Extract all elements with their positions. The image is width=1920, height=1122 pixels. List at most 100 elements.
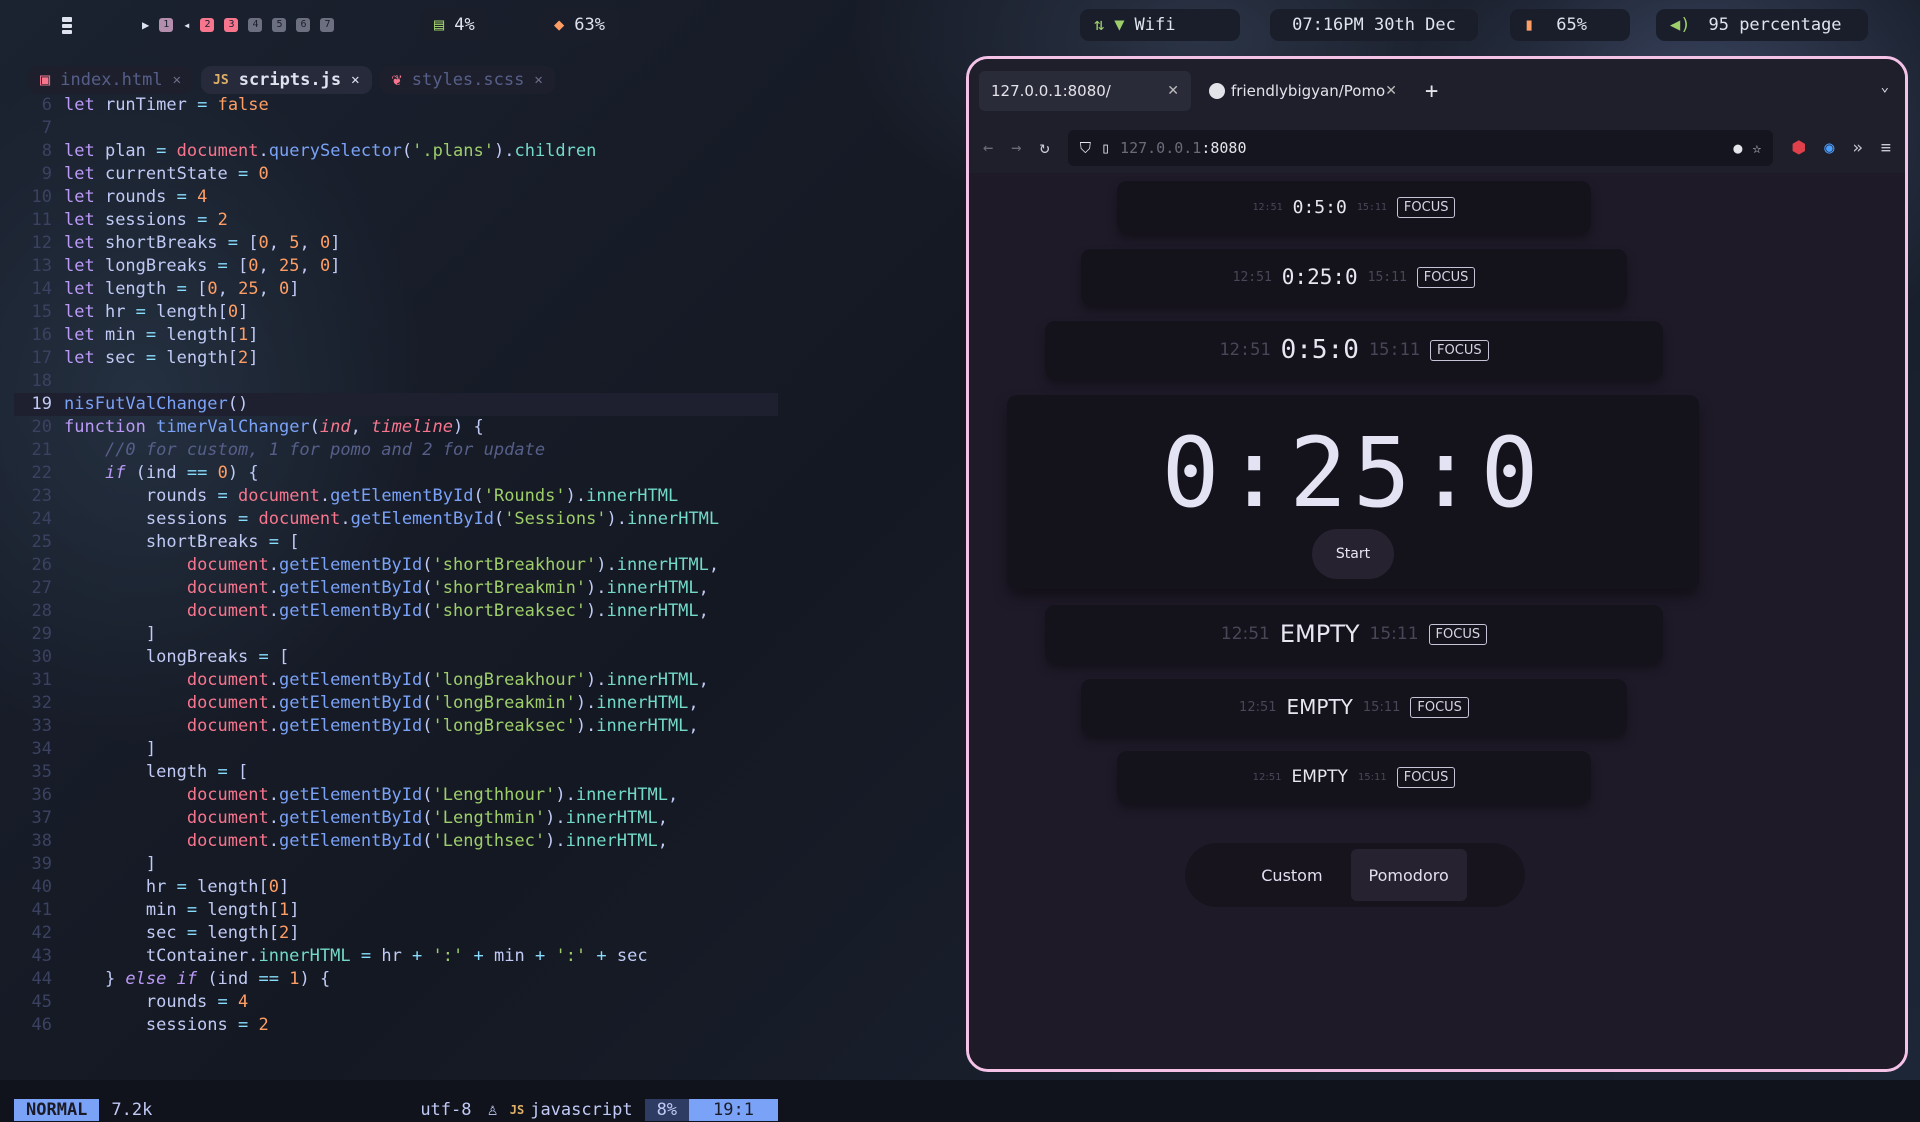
tab-label: scripts.js — [238, 70, 342, 90]
launcher-icon[interactable] — [60, 9, 76, 41]
url-bar[interactable]: ⛉ ▯ 127.0.0.1:8080 ● ☆ — [1067, 130, 1774, 166]
menu-icon[interactable]: ≡ — [1881, 138, 1891, 158]
workspace-7[interactable]: 7 — [320, 18, 335, 32]
code-line[interactable]: 18 — [14, 370, 778, 393]
custom-button[interactable]: Custom — [1243, 849, 1340, 901]
forward-icon[interactable]: → — [1011, 138, 1021, 158]
back-icon[interactable]: ← — [983, 138, 993, 158]
code-line[interactable]: 12 let shortBreaks = [0, 5, 0] — [14, 232, 778, 255]
extension-icon[interactable]: ◉ — [1824, 138, 1834, 158]
code-line[interactable]: 26 document.getElementById('shortBreakho… — [14, 554, 778, 577]
line-text: let currentState = 0 — [64, 164, 269, 184]
code-line[interactable]: 37 document.getElementById('Lengthmin').… — [14, 807, 778, 830]
code-line[interactable]: 35 length = [ — [14, 761, 778, 784]
browser-tab-localhost[interactable]: 127.0.0.1:8080/ ✕ — [979, 71, 1191, 111]
code-line[interactable]: 6 let runTimer = false — [14, 94, 778, 117]
code-line[interactable]: 16 let min = length[1] — [14, 324, 778, 347]
code-line[interactable]: 27 document.getElementById('shortBreakmi… — [14, 577, 778, 600]
line-number: 29 — [31, 624, 52, 644]
code-line[interactable]: 24 sessions = document.getElementById('S… — [14, 508, 778, 531]
record-icon[interactable]: ● — [1733, 139, 1742, 157]
code-line[interactable]: 43 tContainer.innerHTML = hr + ':' + min… — [14, 945, 778, 968]
focus-badge: FOCUS — [1428, 623, 1488, 645]
code-line[interactable]: 17 let sec = length[2] — [14, 347, 778, 370]
code-line[interactable]: 7 — [14, 117, 778, 140]
cpu-widget: ▤ 4% — [420, 9, 489, 41]
play-icon[interactable]: ▶ — [142, 18, 149, 32]
tab-scripts-js[interactable]: JS scripts.js ✕ — [201, 66, 372, 94]
close-icon[interactable]: ✕ — [1167, 83, 1179, 99]
code-line[interactable]: 38 document.getElementById('Lengthsec').… — [14, 830, 778, 853]
line-number: 13 — [31, 256, 52, 276]
code-line[interactable]: 41 min = length[1] — [14, 899, 778, 922]
browser-tab-github[interactable]: friendlybigyan/Pomo ✕ — [1197, 71, 1409, 111]
plan-card[interactable]: 12:51 EMPTY 15:11 FOCUS — [1117, 751, 1591, 803]
code-line[interactable]: 39 ] — [14, 853, 778, 876]
code-line[interactable]: 11 let sessions = 2 — [14, 209, 778, 232]
code-line[interactable]: 40 hr = length[0] — [14, 876, 778, 899]
line-number: 28 — [31, 601, 52, 621]
workspace-6[interactable]: 6 — [296, 18, 311, 32]
workspace-2[interactable]: 2 — [200, 18, 215, 32]
workspace-3[interactable]: 3 — [224, 18, 239, 32]
network-widget[interactable]: ⇅ ▼ Wifi — [1080, 9, 1240, 41]
sass-icon: ❦ — [391, 70, 402, 90]
code-line[interactable]: 22 if (ind == 0) { — [14, 462, 778, 485]
volume-widget[interactable]: ◀) 95 percentage — [1656, 9, 1868, 41]
new-tab-icon[interactable]: + — [1425, 79, 1438, 104]
line-number: 27 — [31, 578, 52, 598]
code-line[interactable]: 46 sessions = 2 — [14, 1014, 778, 1037]
cpu-icon: ▤ — [434, 15, 445, 35]
code-line[interactable]: 19 nisFutValChanger() — [14, 393, 778, 416]
plan-card[interactable]: 12:51 0:5:0 15:11 FOCUS — [1117, 181, 1591, 233]
code-line[interactable]: 8 let plan = document.querySelector('.pla… — [14, 140, 778, 163]
code-line[interactable]: 10 let rounds = 4 — [14, 186, 778, 209]
pomodoro-button[interactable]: Pomodoro — [1350, 849, 1467, 901]
code-editor: ▣ index.html ✕ JS scripts.js ✕ ❦ styles.… — [14, 62, 778, 1121]
close-icon[interactable]: ✕ — [351, 72, 359, 88]
code-line[interactable]: 32 document.getElementById('longBreakmin… — [14, 692, 778, 715]
code-line[interactable]: 20 function timerValChanger(ind, timeline… — [14, 416, 778, 439]
plan-card[interactable]: 12:51 0:5:0 15:11 FOCUS — [1045, 321, 1663, 379]
workspace-1[interactable]: 1 — [159, 18, 174, 32]
code-area[interactable]: 6 let runTimer = false 7 8 let plan = docume… — [14, 94, 778, 1037]
code-line[interactable]: 29 ] — [14, 623, 778, 646]
code-line[interactable]: 15 let hr = length[0] — [14, 301, 778, 324]
code-line[interactable]: 14 let length = [0, 25, 0] — [14, 278, 778, 301]
reload-icon[interactable]: ↻ — [1040, 138, 1050, 158]
code-line[interactable]: 45 rounds = 4 — [14, 991, 778, 1014]
line-number: 8 — [41, 141, 52, 161]
code-line[interactable]: 33 document.getElementById('longBreaksec… — [14, 715, 778, 738]
close-icon[interactable]: ✕ — [1385, 83, 1397, 99]
code-line[interactable]: 9 let currentState = 0 — [14, 163, 778, 186]
plan-card[interactable]: 12:51 EMPTY 15:11 FOCUS — [1045, 605, 1663, 663]
plan-card[interactable]: 12:51 0:25:0 15:11 FOCUS — [1081, 249, 1627, 305]
code-line[interactable]: 21 //0 for custom, 1 for pomo and 2 for … — [14, 439, 778, 462]
code-line[interactable]: 13 let longBreaks = [0, 25, 0] — [14, 255, 778, 278]
tab-styles-scss[interactable]: ❦ styles.scss ✕ — [379, 66, 555, 94]
code-line[interactable]: 36 document.getElementById('Lengthhour')… — [14, 784, 778, 807]
code-line[interactable]: 42 sec = length[2] — [14, 922, 778, 945]
line-text: document.getElementById('shortBreaksec')… — [186, 601, 709, 621]
chevron-down-icon[interactable]: ⌄ — [1881, 79, 1889, 95]
end-time: 15:11 — [1356, 201, 1387, 213]
start-button[interactable]: Start — [1312, 529, 1394, 579]
workspace-5[interactable]: 5 — [272, 18, 287, 32]
code-line[interactable]: 30 longBreaks = [ — [14, 646, 778, 669]
close-icon[interactable]: ✕ — [173, 72, 181, 88]
tab-index-html[interactable]: ▣ index.html ✕ — [28, 66, 194, 94]
code-line[interactable]: 34 ] — [14, 738, 778, 761]
code-line[interactable]: 28 document.getElementById('shortBreakse… — [14, 600, 778, 623]
code-line[interactable]: 31 document.getElementById('longBreakhou… — [14, 669, 778, 692]
line-text: ] — [64, 624, 157, 644]
workspace-4[interactable]: 4 — [248, 18, 263, 32]
plan-card[interactable]: 12:51 EMPTY 15:11 FOCUS — [1081, 679, 1627, 735]
overflow-icon[interactable]: » — [1853, 138, 1863, 158]
code-line[interactable]: 25 shortBreaks = [ — [14, 531, 778, 554]
code-line[interactable]: 23 rounds = document.getElementById('Rou… — [14, 485, 778, 508]
code-line[interactable]: 44 } else if (ind == 1) { — [14, 968, 778, 991]
star-icon[interactable]: ☆ — [1752, 139, 1761, 157]
ublock-icon[interactable]: ⬢ — [1791, 138, 1806, 158]
start-time: 12:51 — [1232, 269, 1272, 285]
close-icon[interactable]: ✕ — [534, 72, 542, 88]
